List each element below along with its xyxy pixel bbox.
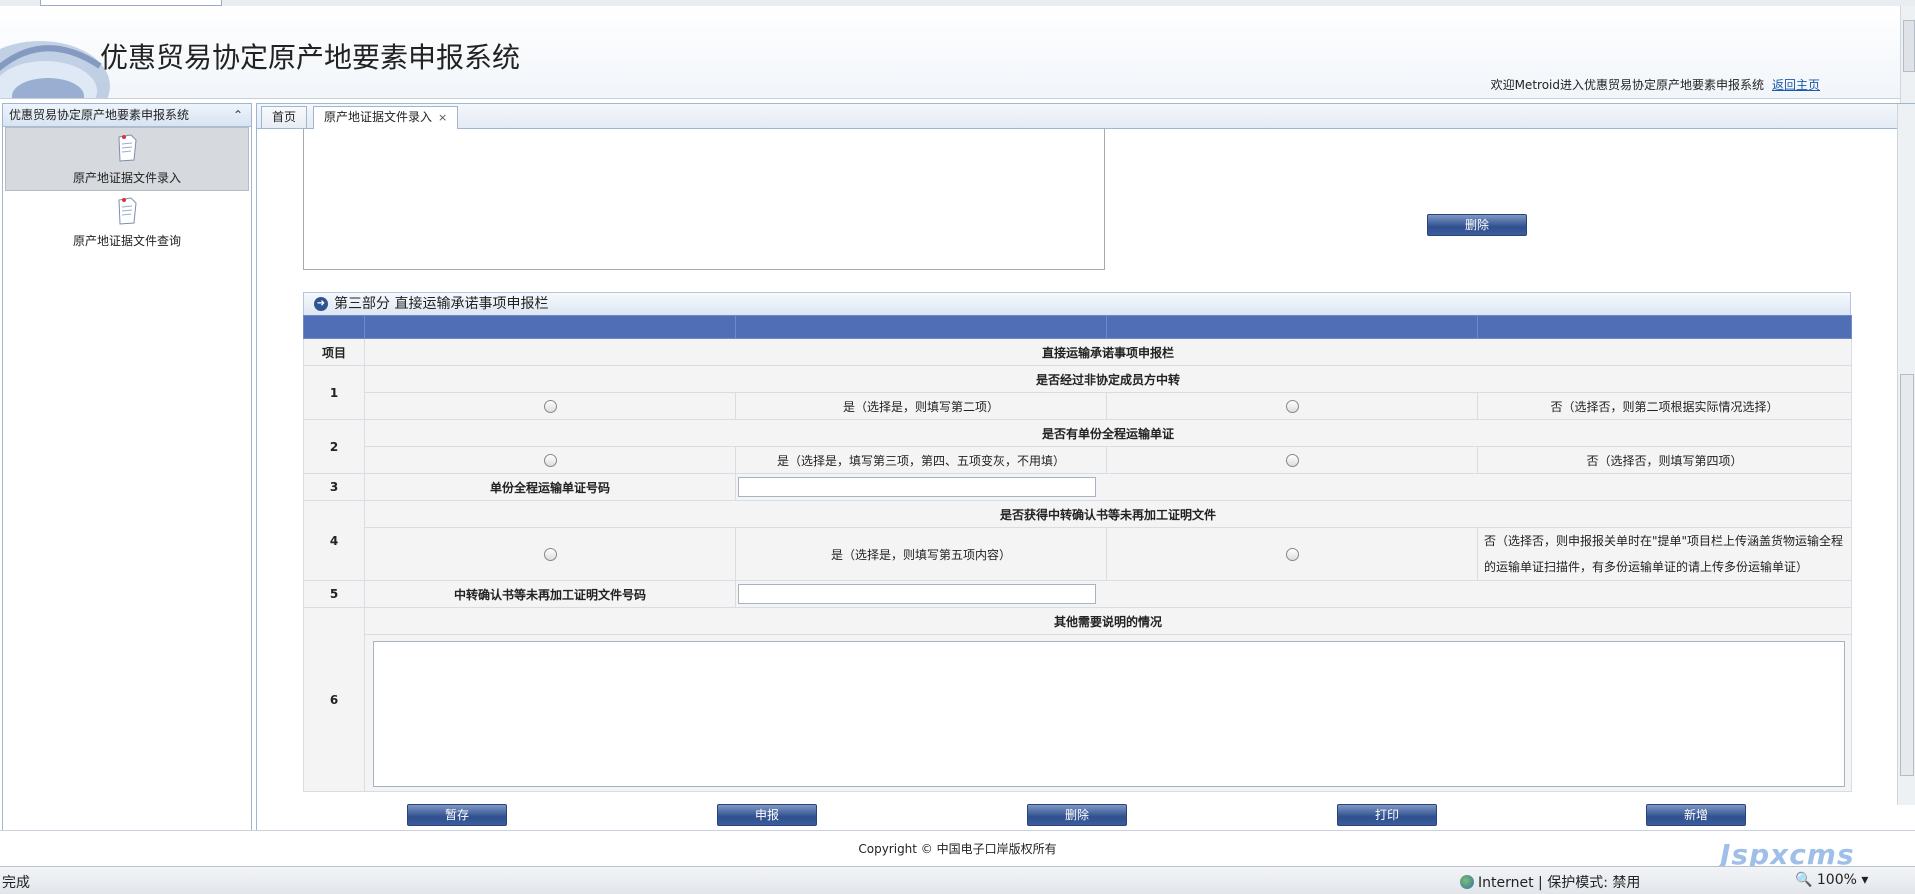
direct-transport-table: 项目 直接运输承诺事项申报栏 1 是否经过非协定成员方中转 是（选择是，则填写第… xyxy=(303,315,1852,792)
certificate-number-label: 中转确认书等未再加工证明文件号码 xyxy=(364,580,736,608)
sidebar-title: 优惠贸易协定原产地要素申报系统 xyxy=(9,108,190,122)
row-number: 6 xyxy=(303,607,365,792)
upper-list-box xyxy=(303,129,1105,270)
section-3-title: 第三部分 直接运输承诺事项申报栏 xyxy=(334,296,549,312)
copyright: Copyright © 中国电子口岸版权所有 xyxy=(858,842,1057,856)
row-number: 4 xyxy=(303,500,365,581)
tab-certificate-entry[interactable]: 原产地证据文件录入 × xyxy=(313,106,459,129)
table-row: 1 是否经过非协定成员方中转 xyxy=(303,365,1852,420)
zoom-icon: 🔍 xyxy=(1795,872,1813,888)
close-icon[interactable]: × xyxy=(438,111,447,124)
table-row: 3 单份全程运输单证号码 xyxy=(303,473,1852,501)
radio-cell xyxy=(364,446,736,474)
zoom-level: 100% xyxy=(1816,872,1857,888)
sidebar-item-label: 原产地证据文件录入 xyxy=(72,171,181,185)
table-row: 是（选择是，则填写第二项） 否（选择否，则第二项根据实际情况选择） xyxy=(304,392,1852,420)
radio-cell xyxy=(364,392,736,420)
certificate-yes-label: 是（选择是，则填写第五项内容） xyxy=(735,527,1107,581)
window-scroll-thumb[interactable] xyxy=(1903,20,1915,72)
table-row: 2 是否有单份全程运输单证 xyxy=(303,419,1852,474)
collapse-icon[interactable]: ⌃ xyxy=(233,104,243,126)
question-transit: 是否经过非协定成员方中转 xyxy=(364,365,1852,393)
table-row: 是（选择是，则填写第五项内容） 否（选择否，则申报报关单时在"提单"项目栏上传涵… xyxy=(304,527,1852,581)
single-doc-yes-label: 是（选择是，填写第三项，第四、五项变灰，不用填） xyxy=(735,446,1107,474)
transport-doc-number-input[interactable] xyxy=(738,477,1096,497)
delete-button[interactable]: 删除 xyxy=(1027,804,1127,826)
tab-label: 首页 xyxy=(272,110,297,124)
col-item-header: 项目 xyxy=(303,338,365,366)
sidebar-item-entry[interactable]: 原产地证据文件录入 xyxy=(5,127,249,191)
document-icon xyxy=(118,197,137,225)
certificate-yes-radio[interactable] xyxy=(543,548,557,561)
home-link[interactable]: 返回主页 xyxy=(1772,78,1820,92)
radio-cell xyxy=(1106,446,1478,474)
sidebar-item-query[interactable]: 原产地证据文件查询 xyxy=(3,191,251,255)
zoom-control[interactable]: 🔍 100% ▾ xyxy=(1795,872,1868,888)
row-number: 3 xyxy=(303,473,365,501)
upper-delete-button[interactable]: 删除 xyxy=(1427,214,1527,236)
main-panel: 首页 原产地证据文件录入 × 删除 ➜ 第三部分 直接运输承诺事项申报栏 项目 直接… xyxy=(256,103,1915,831)
input-cell xyxy=(735,473,1852,501)
security-zone: Internet | 保护模式: 禁用 xyxy=(1460,872,1640,892)
table-header-bar xyxy=(303,315,1852,339)
row-number: 1 xyxy=(303,365,365,420)
add-new-button[interactable]: 新增 xyxy=(1646,804,1746,826)
welcome-text: 欢迎Metroid进入优惠贸易协定原产地要素申报系统 返回主页 xyxy=(1491,76,1820,93)
document-icon xyxy=(118,134,137,162)
table-row: 5 中转确认书等未再加工证明文件号码 xyxy=(303,580,1852,608)
status-text: 完成 xyxy=(2,875,30,891)
question-transit-certificate: 是否获得中转确认书等未再加工证明文件 xyxy=(364,500,1852,528)
submit-button[interactable]: 申报 xyxy=(717,804,817,826)
tab-bar: 首页 原产地证据文件录入 × xyxy=(257,104,1915,129)
textarea-cell xyxy=(364,634,1852,792)
transit-no-radio[interactable] xyxy=(1285,400,1299,413)
app-title: 优惠贸易协定原产地要素申报系统 xyxy=(100,41,521,74)
table-row xyxy=(304,634,1852,792)
transit-yes-label: 是（选择是，则填写第二项） xyxy=(735,392,1107,420)
transit-no-label: 否（选择否，则第二项根据实际情况选择） xyxy=(1477,392,1852,420)
radio-cell xyxy=(1106,392,1478,420)
sidebar-header: 优惠贸易协定原产地要素申报系统 ⌃ xyxy=(3,104,251,127)
col-main-header: 直接运输承诺事项申报栏 xyxy=(364,338,1852,366)
radio-cell xyxy=(364,527,736,581)
print-button[interactable]: 打印 xyxy=(1337,804,1437,826)
single-doc-no-radio[interactable] xyxy=(1285,454,1299,467)
app-header: 优惠贸易协定原产地要素申报系统 欢迎Metroid进入优惠贸易协定原产地要素申报… xyxy=(0,6,1900,99)
arrow-right-circle-icon: ➜ xyxy=(314,297,328,311)
zone-text: Internet | 保护模式: 禁用 xyxy=(1478,875,1641,891)
table-row: 6 其他需要说明的情况 xyxy=(303,607,1852,792)
other-remarks-textarea[interactable] xyxy=(373,641,1845,787)
globe-icon xyxy=(1460,875,1474,889)
row-number: 2 xyxy=(303,419,365,474)
certificate-no-label: 否（选择否，则申报报关单时在"提单"项目栏上传涵盖货物运输全程的运输单证扫描件，… xyxy=(1477,527,1852,581)
browser-status-bar: 完成 Internet | 保护模式: 禁用 🔍 100% ▾ xyxy=(0,866,1915,894)
table-row: 是（选择是，填写第三项，第四、五项变灰，不用填） 否（选择否，则填写第四项） xyxy=(304,446,1852,474)
single-doc-yes-radio[interactable] xyxy=(543,454,557,467)
other-remarks-label: 其他需要说明的情况 xyxy=(364,607,1852,635)
sidebar: 优惠贸易协定原产地要素申报系统 ⌃ 原产地证据文件录入 原产地证据文件查询 xyxy=(2,103,252,831)
footer: Copyright © 中国电子口岸版权所有 xyxy=(0,830,1915,867)
tab-label: 原产地证据文件录入 xyxy=(324,110,433,124)
section-3-header: ➜ 第三部分 直接运输承诺事项申报栏 xyxy=(303,292,1851,316)
certificate-number-input[interactable] xyxy=(738,584,1096,604)
question-single-document: 是否有单份全程运输单证 xyxy=(364,419,1852,447)
content-scrollbar[interactable] xyxy=(1897,104,1915,805)
transit-yes-radio[interactable] xyxy=(543,400,557,413)
table-row: 4 是否获得中转确认书等未再加工证明文件 xyxy=(303,500,1852,581)
content-scroll-thumb[interactable] xyxy=(1900,374,1914,776)
sidebar-item-label: 原产地证据文件查询 xyxy=(72,234,181,248)
single-doc-no-label: 否（选择否，则填写第四项） xyxy=(1477,446,1852,474)
form-content: 删除 ➜ 第三部分 直接运输承诺事项申报栏 项目 直接运输承诺事项申报栏 1 是否… xyxy=(257,129,1897,830)
transport-doc-number-label: 单份全程运输单证号码 xyxy=(364,473,736,501)
welcome-message: 欢迎Metroid进入优惠贸易协定原产地要素申报系统 xyxy=(1490,78,1764,92)
save-draft-button[interactable]: 暂存 xyxy=(407,804,507,826)
tab-home[interactable]: 首页 xyxy=(261,106,308,128)
table-row: 项目 直接运输承诺事项申报栏 xyxy=(303,338,1852,366)
input-cell xyxy=(735,580,1852,608)
radio-cell xyxy=(1106,527,1478,581)
row-number: 5 xyxy=(303,580,365,608)
certificate-no-radio[interactable] xyxy=(1285,548,1299,561)
